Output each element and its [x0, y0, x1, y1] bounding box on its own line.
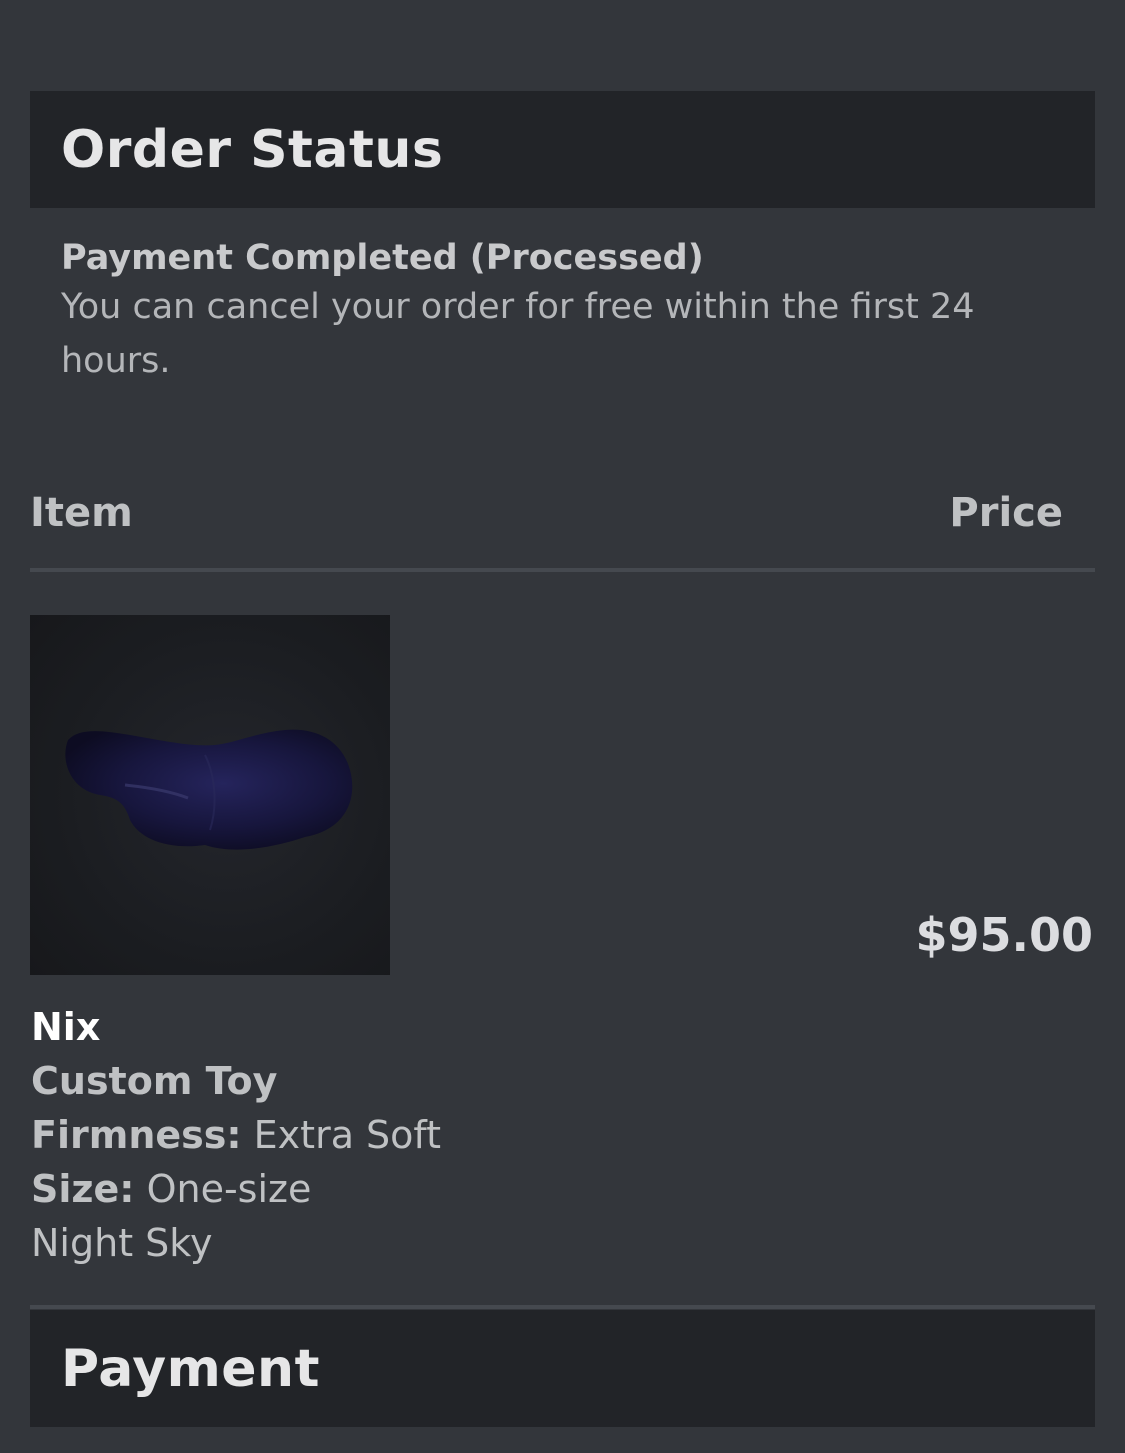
- order-status-title: Order Status: [61, 119, 444, 180]
- firmness-value: Extra Soft: [253, 1113, 442, 1157]
- firmness-label: Firmness:: [31, 1113, 242, 1157]
- product-type: Custom Toy: [31, 1059, 278, 1103]
- size-label: Size:: [31, 1167, 135, 1211]
- size-value: One-size: [146, 1167, 312, 1211]
- section-divider: [30, 1305, 1095, 1309]
- cancellation-notice: You can cancel your order for free withi…: [61, 287, 975, 381]
- order-status-block: Payment Completed (Processed) You can ca…: [61, 236, 1061, 388]
- items-table-header: Item Price: [30, 490, 1095, 572]
- product-details: Nix Custom Toy Firmness: Extra Soft Size…: [31, 1000, 441, 1270]
- product-image[interactable]: [30, 615, 390, 975]
- price-column-header: Price: [949, 490, 1063, 536]
- size-row: Size: One-size: [31, 1162, 441, 1216]
- payment-status-title: Payment Completed (Processed): [61, 238, 704, 278]
- payment-title: Payment: [61, 1338, 320, 1399]
- product-price: $95.00: [915, 908, 1093, 962]
- firmness-row: Firmness: Extra Soft: [31, 1108, 441, 1162]
- product-photo-icon: [65, 729, 353, 850]
- product-name[interactable]: Nix: [31, 1000, 441, 1054]
- product-color: Night Sky: [31, 1221, 213, 1265]
- order-status-header: Order Status: [30, 91, 1095, 208]
- item-column-header: Item: [30, 490, 133, 536]
- payment-header: Payment: [30, 1310, 1095, 1427]
